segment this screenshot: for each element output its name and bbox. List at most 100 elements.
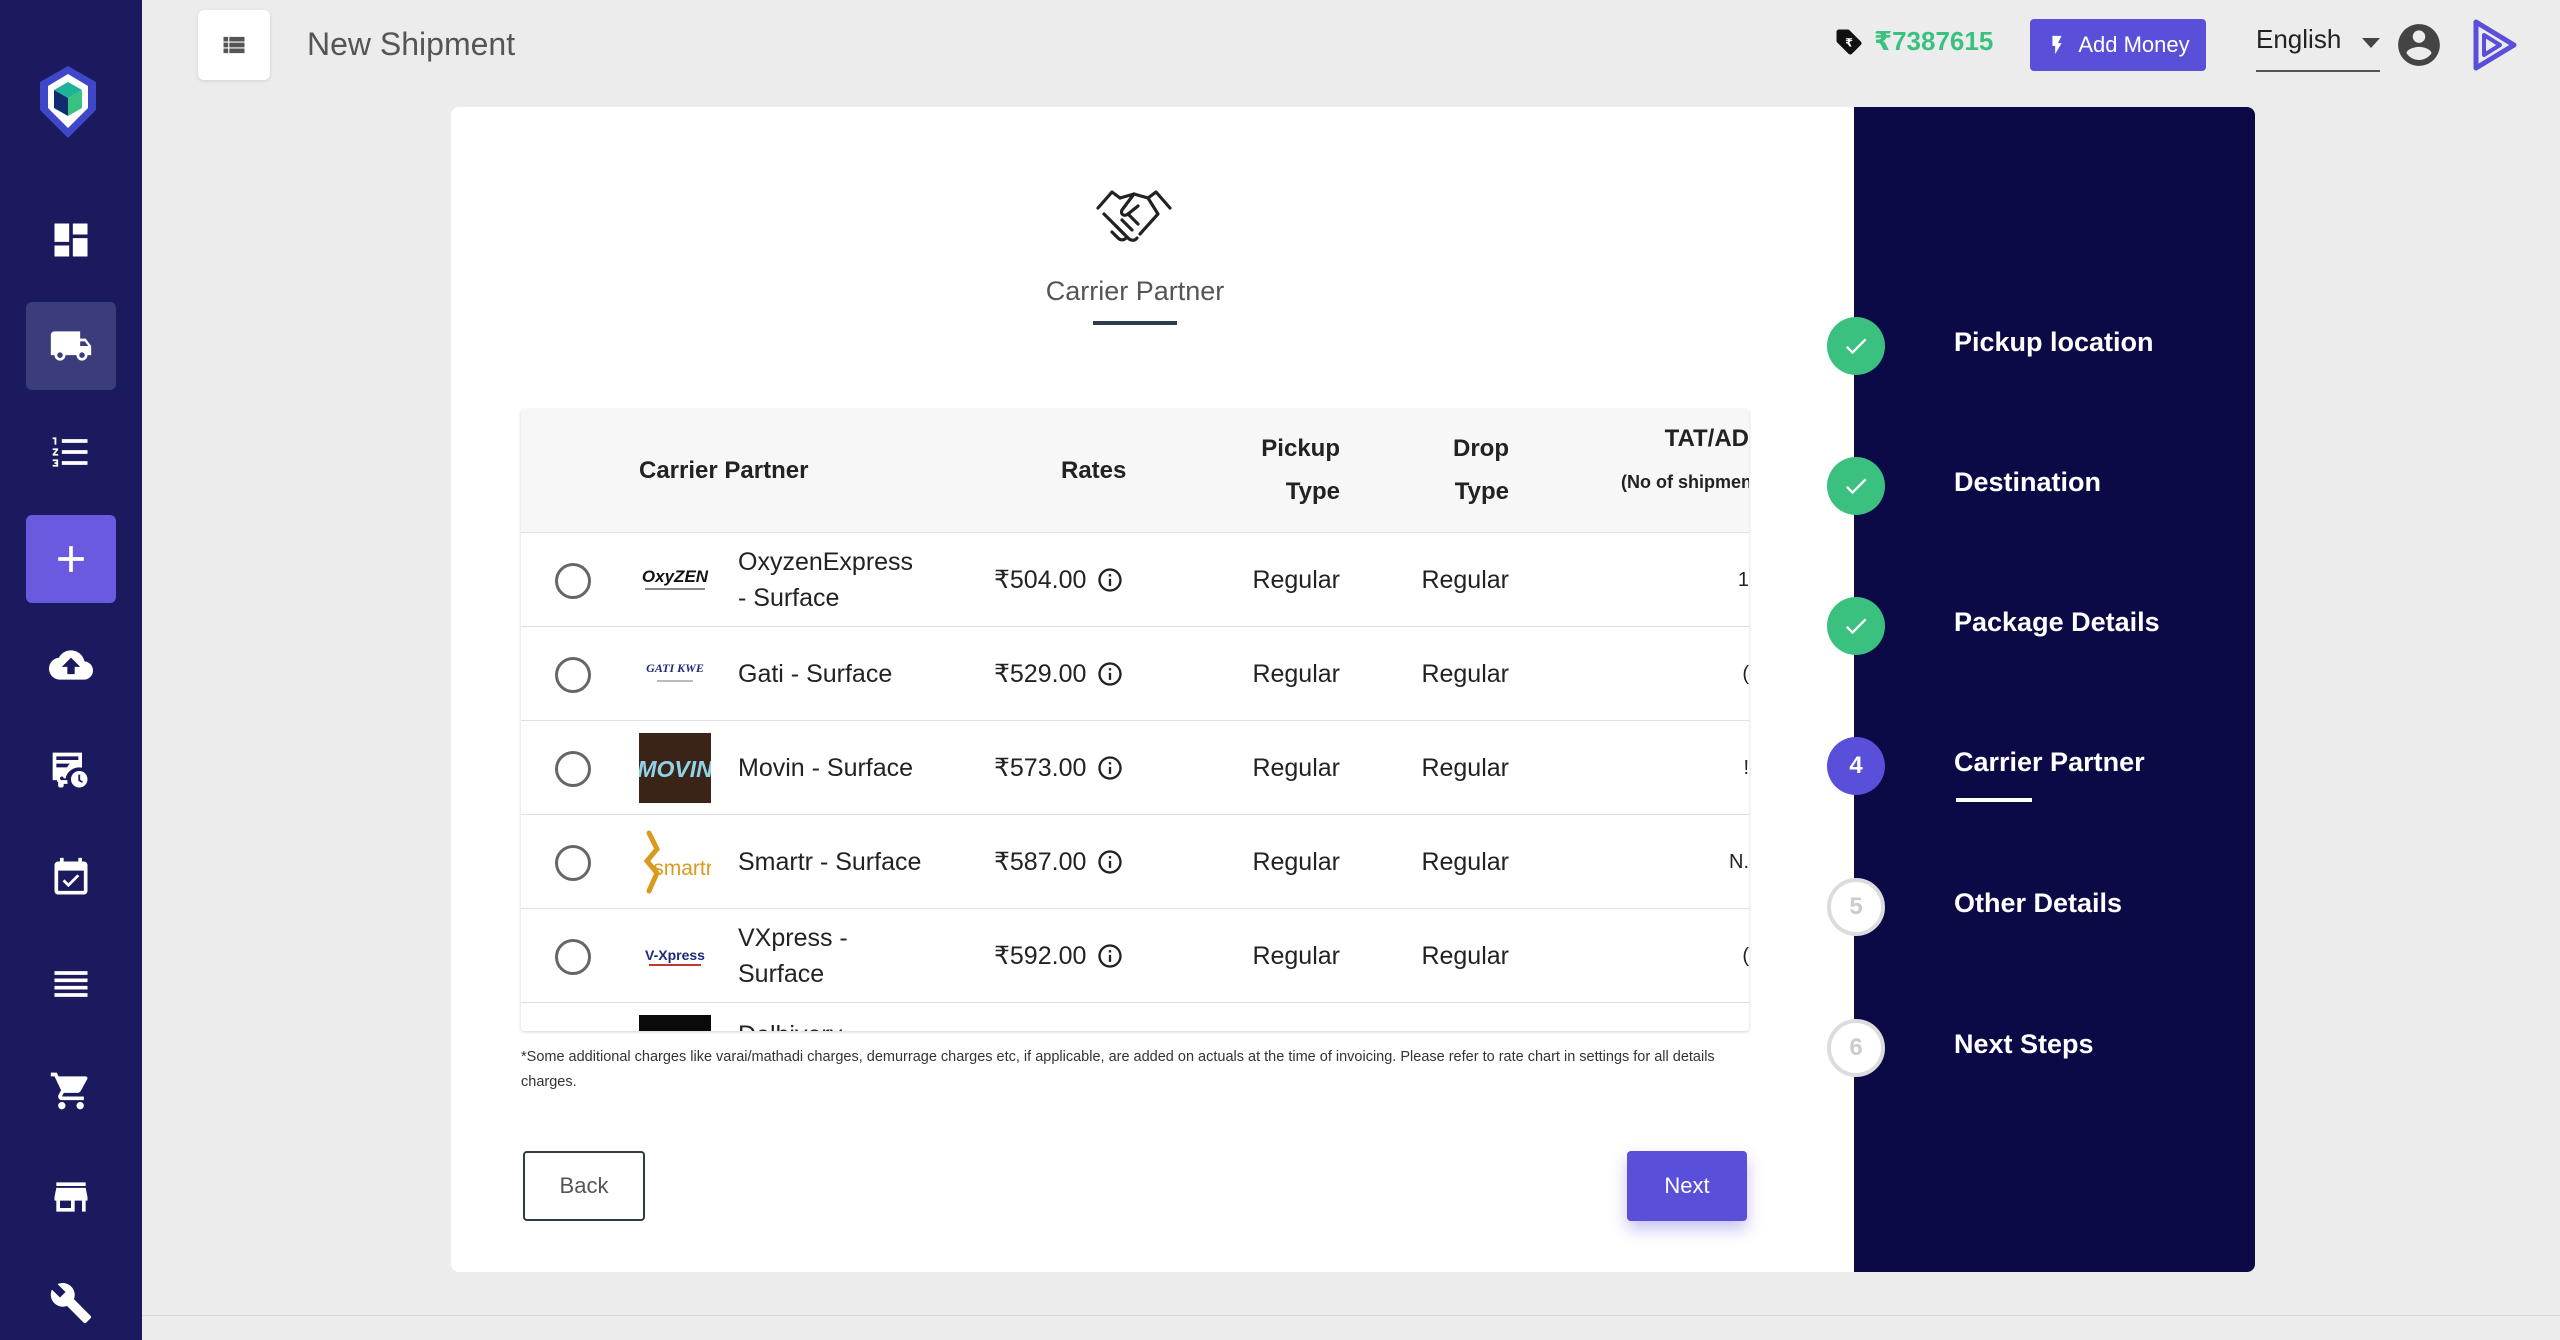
carrier-name: Gati - Surface (738, 660, 893, 688)
sidebar-item-cart[interactable] (26, 1047, 116, 1135)
carrier-logo: OxyZEN (639, 545, 711, 615)
tat-value: 1 (1737, 568, 1749, 591)
dashboard-icon (54, 223, 88, 257)
svg-text:OxyZEN: OxyZEN (642, 567, 709, 586)
table-row[interactable]: GATI KWE Gati - Surface ₹529.00 Regular … (521, 627, 1749, 721)
sidebar-item-tools[interactable] (26, 1259, 116, 1340)
carrier-name: VXpress - Surface (738, 924, 848, 988)
step-5-pending: 5 (1827, 878, 1885, 936)
check-icon (1845, 338, 1867, 355)
brand-play-icon[interactable] (2470, 18, 2520, 72)
carrier-radio[interactable] (555, 657, 591, 693)
add-money-button[interactable]: Add Money (2030, 19, 2206, 71)
calendar-check-icon (54, 857, 88, 895)
tat-value: ( (1742, 662, 1749, 685)
smartr-logo-icon: smartr (643, 830, 711, 894)
tat-value: N. (1729, 850, 1749, 873)
table-row[interactable]: Delhivery (521, 1003, 1749, 1031)
carrier-rate: ₹504.00 (994, 533, 1124, 627)
next-button[interactable]: Next (1627, 1151, 1747, 1221)
account-icon[interactable] (2394, 20, 2444, 70)
bus-clock-icon (52, 752, 88, 788)
sidebar-item-shipments[interactable] (26, 302, 116, 390)
tat-value: ! (1743, 756, 1749, 779)
drop-type: Regular (1421, 753, 1509, 782)
carrier-table[interactable]: Carrier Partner Rates Pickup Type Drop T… (521, 409, 1749, 1031)
language-select[interactable]: English (2256, 24, 2380, 72)
carrier-radio[interactable] (555, 751, 591, 787)
svg-text:smartr: smartr (653, 857, 711, 880)
pickup-type: Regular (1252, 847, 1340, 876)
section-title-underline (1093, 321, 1177, 325)
info-icon[interactable] (1096, 660, 1124, 688)
sidebar-item-orders[interactable] (26, 408, 116, 496)
menu-toggle-button[interactable] (198, 10, 270, 80)
carrier-name: Delhivery (738, 1003, 928, 1031)
header-tat-line1: TAT/AD (1664, 425, 1749, 452)
carrier-rate: ₹529.00 (994, 627, 1124, 721)
lightning-icon (2052, 35, 2062, 55)
table-row[interactable]: V-Xpress VXpress - Surface ₹592.00 Regul… (521, 909, 1749, 1003)
tat-value: ( (1742, 944, 1749, 967)
rate-value: ₹529.00 (994, 660, 1087, 688)
sidebar-item-scheduled[interactable] (26, 727, 116, 815)
stack-icon (54, 971, 88, 997)
sidebar-item-reports[interactable] (26, 940, 116, 1028)
step-label-carrier[interactable]: Carrier Partner (1954, 747, 2145, 778)
step-1-done (1827, 317, 1885, 375)
svg-text:MOVIN: MOVIN (639, 756, 711, 782)
pickup-type: Regular (1252, 941, 1340, 970)
drop-type: Regular (1421, 565, 1509, 594)
carrier-logo: GATI KWE (639, 639, 711, 709)
back-button[interactable]: Back (523, 1151, 645, 1221)
gati-logo-icon: GATI KWE (646, 661, 704, 682)
section-title: Carrier Partner (1045, 276, 1225, 306)
carrier-name: Movin - Surface (738, 754, 914, 782)
step-label-next[interactable]: Next Steps (1954, 1029, 2094, 1060)
info-icon[interactable] (1096, 566, 1124, 594)
svg-text:V-Xpress: V-Xpress (645, 947, 705, 963)
header-carrier: Carrier Partner (639, 457, 809, 484)
price-tag-icon: ₹ (1836, 29, 1862, 54)
header-pickup-line1: Pickup (1261, 435, 1340, 462)
carrier-logo (639, 1015, 711, 1031)
carrier-name: Smartr - Surface (738, 848, 922, 876)
cart-icon (50, 1072, 88, 1110)
carrier-rate: ₹592.00 (994, 909, 1124, 1003)
info-icon[interactable] (1096, 942, 1124, 970)
drop-type: Regular (1421, 659, 1509, 688)
current-step-underline (1956, 798, 2032, 802)
info-icon[interactable] (1096, 848, 1124, 876)
pickup-type: Regular (1252, 753, 1340, 782)
sidebar-item-store[interactable] (26, 1153, 116, 1241)
language-value: English (2256, 24, 2342, 54)
chevron-down-icon (2362, 38, 2380, 48)
sidebar-item-calendar[interactable] (26, 834, 116, 922)
step-label-destination[interactable]: Destination (1954, 467, 2101, 498)
carrier-rate: ₹573.00 (994, 721, 1124, 815)
rate-value: ₹592.00 (994, 942, 1087, 970)
sidebar-item-dashboard[interactable] (26, 196, 116, 284)
step-label-package[interactable]: Package Details (1954, 607, 2160, 638)
sidebar-item-upload[interactable] (26, 621, 116, 709)
info-icon[interactable] (1096, 754, 1124, 782)
check-icon (1845, 478, 1867, 495)
rate-value: ₹587.00 (994, 848, 1087, 876)
carrier-radio[interactable] (555, 939, 591, 975)
pickup-type: Regular (1252, 565, 1340, 594)
step-label-pickup[interactable]: Pickup location (1954, 327, 2154, 358)
step-label-other[interactable]: Other Details (1954, 888, 2122, 919)
handshake-icon (1096, 190, 1172, 242)
sidebar-item-new-shipment[interactable] (26, 515, 116, 603)
rate-value: ₹573.00 (994, 754, 1087, 782)
svg-text:GATI KWE: GATI KWE (646, 661, 704, 675)
footer-divider (142, 1315, 2560, 1316)
carrier-radio[interactable] (555, 845, 591, 881)
table-row[interactable]: smartr Smartr - Surface ₹587.00 Regular … (521, 815, 1749, 909)
table-row[interactable]: OxyZEN OxyzenExpress - Surface ₹504.00 R… (521, 533, 1749, 627)
header-rates: Rates (1061, 457, 1127, 484)
page-title: New Shipment (307, 26, 516, 62)
table-row[interactable]: MOVIN Movin - Surface ₹573.00 Regular Re… (521, 721, 1749, 815)
app-logo-icon[interactable] (36, 64, 100, 140)
carrier-radio[interactable] (555, 563, 591, 599)
